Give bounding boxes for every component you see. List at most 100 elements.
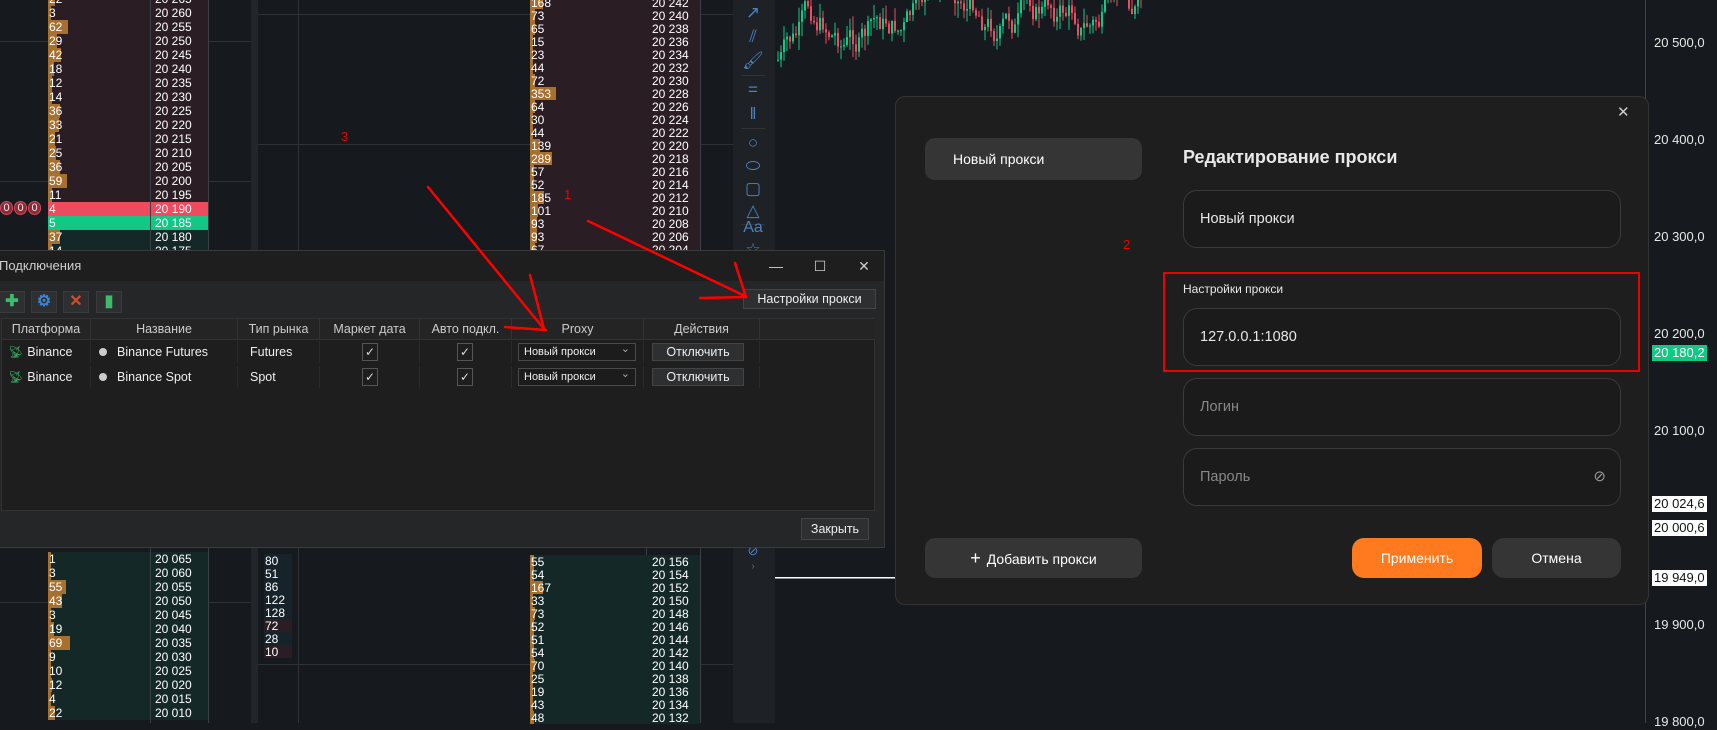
add-connection-button[interactable]: ✚: [0, 291, 25, 313]
ladder-row[interactable]: 14 20 230: [48, 90, 208, 104]
ladder-row[interactable]: 19 20 040: [48, 622, 208, 636]
column-header-market-type[interactable]: Тип рынка: [238, 319, 320, 340]
proxy-settings-button[interactable]: Настройки прокси: [743, 289, 876, 309]
market-data-checkbox[interactable]: ✓: [362, 368, 378, 386]
proxy-address-input[interactable]: 127.0.0.1:1080: [1183, 308, 1621, 366]
proxy-select[interactable]: Новый прокси ⌄: [518, 343, 636, 361]
ladder-row[interactable]: 3 20 045: [48, 608, 208, 622]
ladder-row[interactable]: 167 20 152: [530, 580, 700, 595]
ladder-row[interactable]: 11 20 195: [48, 188, 208, 202]
column-header-actions[interactable]: Действия: [644, 319, 760, 340]
order-badge[interactable]: 0: [28, 201, 41, 215]
ladder-row[interactable]: 101 20 210: [530, 203, 700, 218]
ladder-row[interactable]: 289 20 218: [530, 151, 700, 166]
column-header-auto-connect[interactable]: Авто подкл.: [420, 319, 512, 340]
ladder-row[interactable]: 48 20 132: [530, 710, 700, 725]
ladder-row[interactable]: 44 20 232: [530, 60, 700, 75]
ladder-row[interactable]: 25 20 210: [48, 146, 208, 160]
ladder-row[interactable]: 353 20 228: [530, 86, 700, 101]
ladder-row[interactable]: 69 20 035: [48, 636, 208, 650]
ladder-row[interactable]: 23 20 234: [530, 47, 700, 62]
apply-button[interactable]: Применить: [1352, 538, 1482, 578]
ladder-row[interactable]: 51 20 144: [530, 632, 700, 647]
ladder-row[interactable]: 25 20 138: [530, 671, 700, 686]
ladder-row[interactable]: 30 20 224: [530, 112, 700, 127]
arrow-tool-icon[interactable]: ↗: [741, 2, 765, 24]
ladder-row[interactable]: 33 20 220: [48, 118, 208, 132]
auto-connect-checkbox[interactable]: ✓: [457, 368, 473, 386]
ladder-row[interactable]: 73 20 148: [530, 606, 700, 621]
ladder-row[interactable]: 59 20 200: [48, 174, 208, 188]
ladder-row[interactable]: 93 20 208: [530, 216, 700, 231]
order-badge[interactable]: 0: [0, 201, 13, 215]
ladder-row[interactable]: 18 20 240: [48, 62, 208, 76]
ladder-row[interactable]: 12 20 020: [48, 678, 208, 692]
ladder-row[interactable]: 19 20 136: [530, 684, 700, 699]
parallel-lines-tool-icon[interactable]: ⫽: [741, 26, 765, 48]
ladder-row[interactable]: 52 20 214: [530, 177, 700, 192]
ladder-row[interactable]: 168 20 242: [530, 0, 700, 10]
ladder-row[interactable]: 55 20 156: [530, 554, 700, 569]
market-data-checkbox[interactable]: ✓: [362, 343, 378, 361]
ladder-row[interactable]: 70 20 140: [530, 658, 700, 673]
delete-button[interactable]: ▮: [96, 291, 122, 313]
ladder-row[interactable]: 185 20 212: [530, 190, 700, 205]
close-button[interactable]: Закрыть: [801, 518, 869, 540]
ladder-row[interactable]: 54 20 154: [530, 567, 700, 582]
ladder-row[interactable]: 139 20 220: [530, 138, 700, 153]
ladder-row[interactable]: 43 20 134: [530, 697, 700, 712]
brush-tool-icon[interactable]: 🖌︎: [741, 50, 765, 72]
ladder-row[interactable]: 62 20 255: [48, 20, 208, 34]
auto-connect-checkbox[interactable]: ✓: [457, 343, 473, 361]
ladder-row[interactable]: 4 20 015: [48, 692, 208, 706]
ladder-row[interactable]: 29 20 250: [48, 34, 208, 48]
minimize-button[interactable]: —: [761, 251, 791, 281]
ladder-row[interactable]: 36 20 225: [48, 104, 208, 118]
table-row[interactable]: 📡︎ Binance Binance Spot Spot ✓ ✓ Новый прокси ⌄…: [2, 366, 760, 390]
ladder-row[interactable]: 36 20 205: [48, 160, 208, 174]
price-axis[interactable]: [1645, 0, 1717, 723]
ladder-row[interactable]: 3 20 060: [48, 566, 208, 580]
expand-toolbar-icon[interactable]: ›: [741, 556, 765, 578]
ladder-row[interactable]: 37 20 180: [48, 230, 208, 244]
column-header-market-data[interactable]: Маркет дата: [320, 319, 420, 340]
ladder-row[interactable]: 72 20 230: [530, 73, 700, 88]
ladder-row[interactable]: 57 20 216: [530, 164, 700, 179]
close-dialog-icon[interactable]: ✕: [1617, 103, 1630, 121]
maximize-button[interactable]: ☐: [805, 251, 835, 281]
ladder-row[interactable]: 9 20 030: [48, 650, 208, 664]
proxy-name-input[interactable]: Новый прокси: [1183, 190, 1621, 248]
circle-tool-icon[interactable]: ○: [741, 132, 765, 154]
table-row[interactable]: 📡︎ Binance Binance Futures Futures ✓ ✓ Новый п…: [2, 341, 760, 365]
password-input[interactable]: Пароль ⊘: [1183, 448, 1621, 506]
ladder-row[interactable]: 42 20 245: [48, 48, 208, 62]
rectangle-tool-icon[interactable]: ▢: [741, 178, 765, 200]
eye-off-icon[interactable]: ⊘: [1593, 449, 1606, 505]
proxy-list-item[interactable]: Новый прокси: [925, 138, 1142, 180]
ladder-row[interactable]: 22 20 010: [48, 706, 208, 720]
ladder-row[interactable]: 1 20 065: [48, 552, 208, 566]
disconnect-button[interactable]: Отключить: [652, 343, 744, 361]
proxy-select[interactable]: Новый прокси ⌄: [518, 368, 636, 386]
ladder-row[interactable]: 64 20 226: [530, 99, 700, 114]
column-header-proxy[interactable]: Proxy: [512, 319, 644, 340]
cancel-button[interactable]: Отмена: [1492, 538, 1621, 578]
text-tool-icon[interactable]: Aa: [741, 217, 765, 239]
remove-button[interactable]: ✕: [63, 291, 89, 313]
close-window-button[interactable]: ✕: [849, 251, 879, 281]
ladder-row[interactable]: 52 20 146: [530, 619, 700, 634]
order-badge[interactable]: 0: [14, 201, 27, 215]
ellipse-tool-icon[interactable]: ⬭: [741, 155, 765, 177]
ladder-row[interactable]: 65 20 238: [530, 21, 700, 36]
horizontal-line-tool-icon[interactable]: =: [741, 79, 765, 101]
ladder-row[interactable]: 15 20 236: [530, 34, 700, 49]
ladder-row[interactable]: 93 20 206: [530, 229, 700, 244]
login-input[interactable]: Логин: [1183, 378, 1621, 436]
column-header-name[interactable]: Название: [91, 319, 238, 340]
ladder-row[interactable]: 33 20 150: [530, 593, 700, 608]
ladder-row[interactable]: 43 20 050: [48, 594, 208, 608]
add-proxy-button[interactable]: + Добавить прокси: [925, 538, 1142, 578]
column-header-platform[interactable]: Платформа: [2, 319, 91, 340]
settings-button[interactable]: ⚙: [31, 291, 57, 313]
ladder-row[interactable]: 4 20 190: [48, 202, 208, 216]
